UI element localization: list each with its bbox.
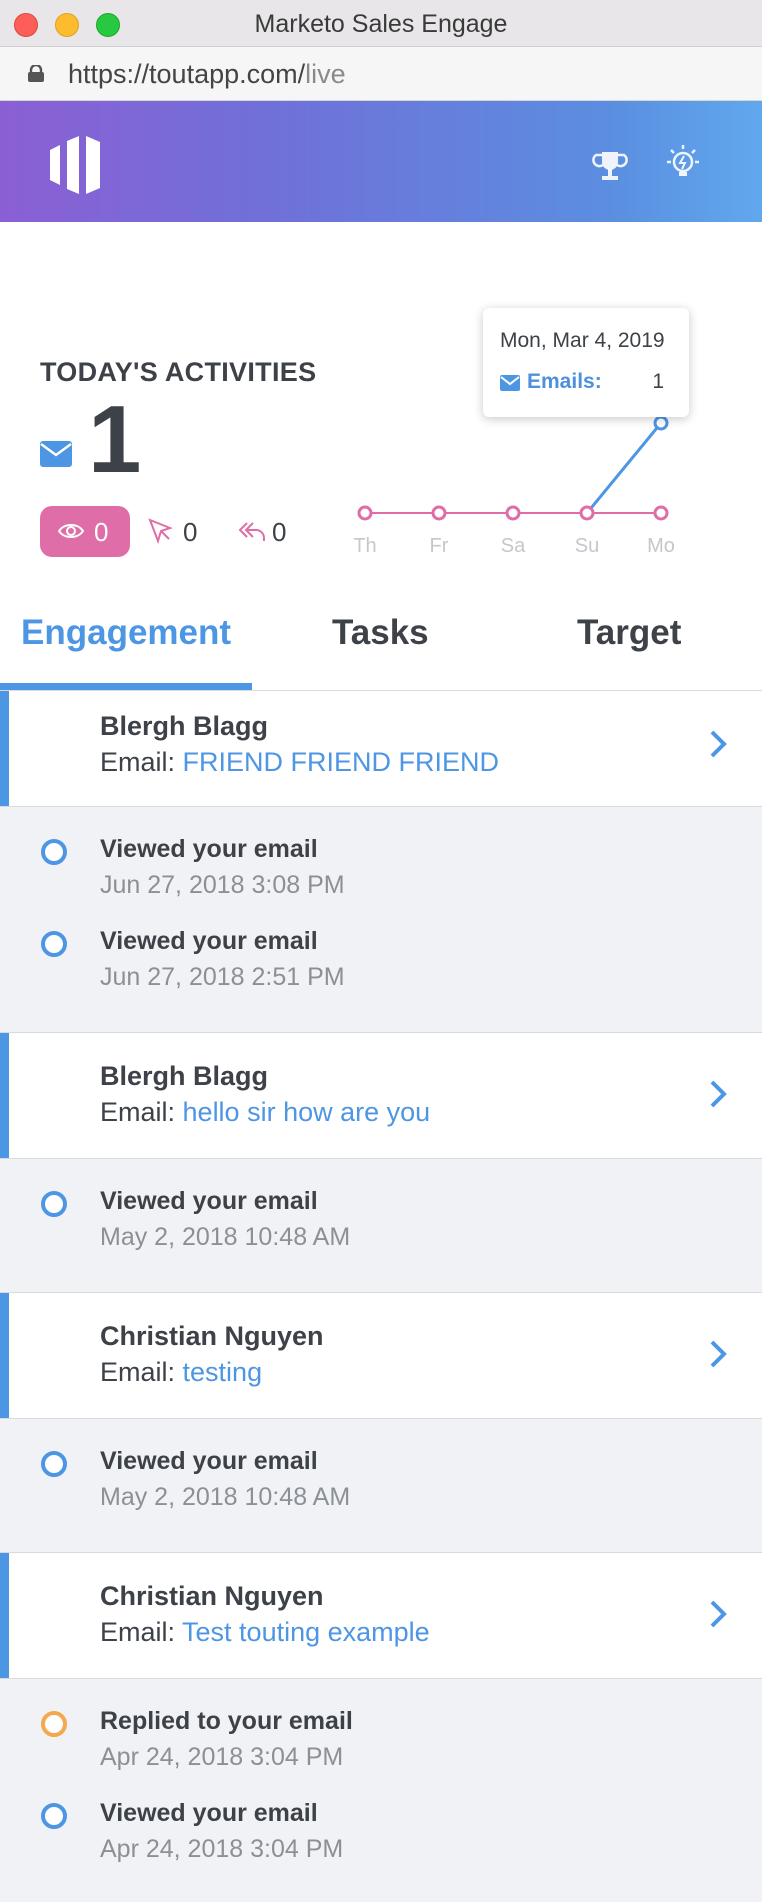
feed-item-accent — [0, 691, 9, 806]
view-event-icon — [41, 931, 67, 957]
chevron-right-icon[interactable] — [708, 729, 728, 759]
event-time: Jun 27, 2018 2:51 PM — [100, 963, 345, 991]
email-label: Email: — [100, 1357, 183, 1387]
event-list: Viewed your email May 2, 2018 10:48 AM — [0, 1419, 762, 1553]
url-host: https://toutapp.com/ — [68, 59, 306, 89]
baseline-point — [505, 505, 521, 521]
email-subject-link[interactable]: FRIEND FRIEND FRIEND — [183, 747, 500, 777]
email-subject-line: Email: FRIEND FRIEND FRIEND — [100, 747, 499, 778]
event-list: Viewed your email May 2, 2018 10:48 AM — [0, 1159, 762, 1293]
clicks-count: 0 — [183, 517, 198, 547]
email-subject-line: Email: hello sir how are you — [100, 1097, 430, 1128]
emails-series-line — [585, 422, 663, 514]
chart-tooltip: Mon, Mar 4, 2019 Emails: 1 — [483, 308, 689, 417]
feed-item[interactable]: Blergh Blagg Email: FRIEND FRIEND FRIEND — [0, 691, 762, 807]
contact-name: Blergh Blagg — [100, 711, 269, 741]
event-title: Viewed your email — [100, 927, 318, 955]
tab-bar: Engagement Tasks Target — [0, 590, 762, 691]
trophy-icon[interactable] — [592, 148, 628, 184]
marketo-logo-icon[interactable] — [48, 136, 102, 194]
tooltip-label: Emails: — [527, 370, 602, 393]
lightbulb-icon[interactable] — [664, 144, 702, 184]
feed-item-accent — [0, 1553, 9, 1678]
contact-name: Blergh Blagg — [100, 1061, 269, 1091]
eye-icon — [58, 524, 84, 538]
contact-name: Christian Nguyen — [100, 1581, 324, 1611]
email-subject-link[interactable]: Test touting example — [182, 1617, 430, 1647]
emails-count: 1 — [88, 386, 142, 493]
event-time: May 2, 2018 10:48 AM — [100, 1483, 351, 1511]
tooltip-date: Mon, Mar 4, 2019 — [500, 329, 665, 352]
feed-item[interactable]: Christian Nguyen Email: Test touting exa… — [0, 1553, 762, 1679]
baseline-point — [579, 505, 595, 521]
app-header — [0, 101, 762, 222]
email-subject-line: Email: Test touting example — [100, 1617, 430, 1648]
email-subject-line: Email: testing — [100, 1357, 262, 1388]
window-titlebar: Marketo Sales Engage — [0, 0, 762, 47]
x-tick-label: Sa — [501, 535, 526, 557]
event-title: Viewed your email — [100, 1799, 318, 1827]
cursor-click-icon — [148, 518, 173, 544]
url-path: live — [305, 59, 346, 89]
email-icon — [500, 375, 520, 391]
reply-all-icon — [238, 522, 265, 541]
baseline-point — [431, 505, 447, 521]
event-time: Apr 24, 2018 3:04 PM — [100, 1835, 344, 1863]
baseline-point — [653, 505, 669, 521]
event-time: May 2, 2018 10:48 AM — [100, 1223, 351, 1251]
view-event-icon — [41, 1191, 67, 1217]
activity-chart: Th Fr Sa Su Mo — [353, 415, 675, 557]
baseline-point — [357, 505, 373, 521]
event-title: Viewed your email — [100, 835, 318, 863]
email-icon — [40, 441, 72, 467]
tab-target[interactable]: Target — [577, 613, 681, 653]
emails-point — [653, 415, 669, 431]
view-event-icon — [41, 1451, 67, 1477]
active-tab-indicator — [0, 683, 252, 690]
views-count: 0 — [94, 517, 109, 547]
x-tick-label: Mo — [647, 535, 675, 557]
event-title: Replied to your email — [100, 1707, 353, 1735]
view-event-icon — [41, 839, 67, 865]
contact-name: Christian Nguyen — [100, 1321, 324, 1351]
tab-tasks[interactable]: Tasks — [332, 613, 429, 653]
window-title: Marketo Sales Engage — [254, 10, 508, 38]
email-label: Email: — [100, 747, 183, 777]
x-tick-label: Fr — [430, 535, 449, 557]
view-event-icon — [41, 1803, 67, 1829]
email-label: Email: — [100, 1097, 183, 1127]
tab-engagement[interactable]: Engagement — [21, 613, 231, 653]
chevron-right-icon[interactable] — [708, 1599, 728, 1629]
tooltip-value: 1 — [652, 370, 664, 393]
x-tick-label: Su — [575, 535, 599, 557]
event-list: Viewed your email Jun 27, 2018 3:08 PM V… — [0, 807, 762, 1033]
event-title: Viewed your email — [100, 1187, 318, 1215]
email-label: Email: — [100, 1617, 183, 1647]
event-title: Viewed your email — [100, 1447, 318, 1475]
activities-title: TODAY'S ACTIVITIES — [40, 357, 317, 387]
url-text[interactable]: https://toutapp.com/live — [68, 59, 346, 90]
chevron-right-icon[interactable] — [708, 1339, 728, 1369]
email-subject-link[interactable]: hello sir how are you — [183, 1097, 431, 1127]
chevron-right-icon[interactable] — [708, 1079, 728, 1109]
feed-item-accent — [0, 1293, 9, 1418]
event-list: Replied to your email Apr 24, 2018 3:04 … — [0, 1679, 762, 1902]
feed-item[interactable]: Christian Nguyen Email: testing — [0, 1293, 762, 1419]
x-tick-label: Th — [353, 535, 376, 557]
feed-item-accent — [0, 1033, 9, 1158]
lock-icon — [28, 65, 44, 82]
email-subject-link[interactable]: testing — [183, 1357, 263, 1387]
event-time: Jun 27, 2018 3:08 PM — [100, 871, 345, 899]
address-bar[interactable]: https://toutapp.com/live — [0, 47, 762, 101]
replies-count: 0 — [272, 517, 287, 547]
views-badge[interactable]: 0 — [40, 506, 130, 557]
event-time: Apr 24, 2018 3:04 PM — [100, 1743, 344, 1771]
reply-event-icon — [41, 1711, 67, 1737]
feed-item[interactable]: Blergh Blagg Email: hello sir how are yo… — [0, 1033, 762, 1159]
